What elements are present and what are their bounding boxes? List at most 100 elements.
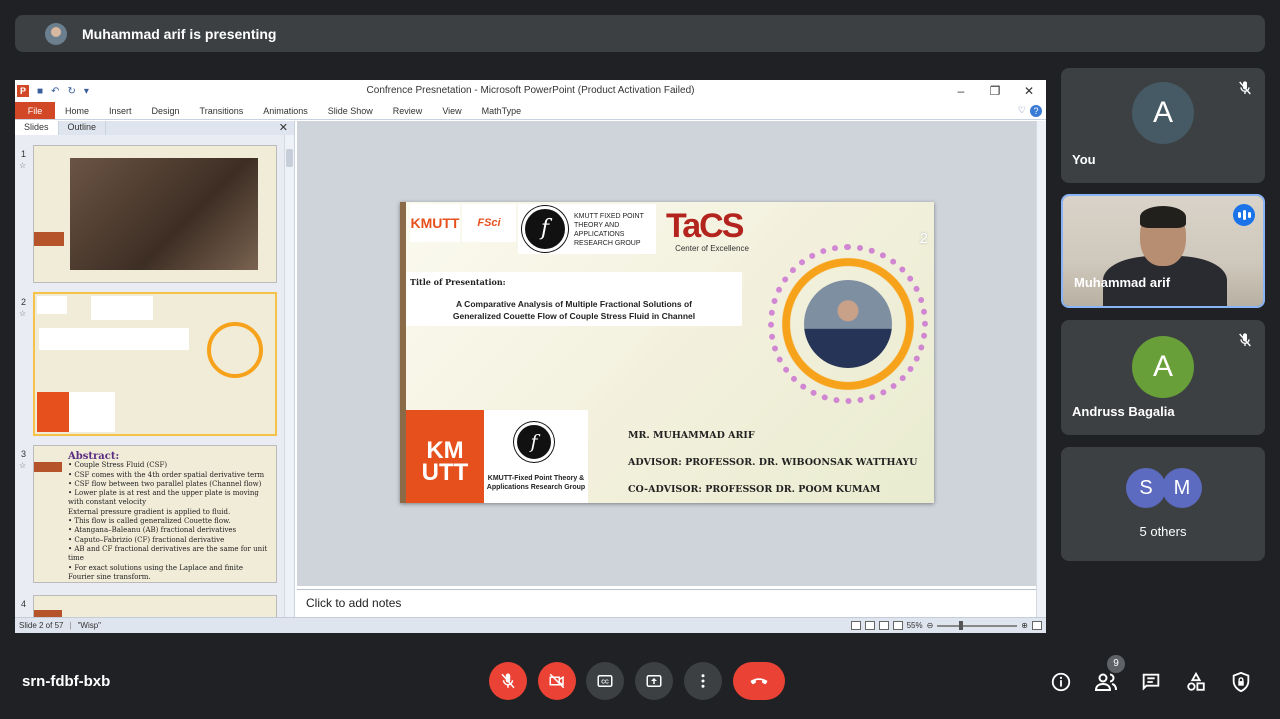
presenting-text: Muhammad arif is presenting <box>82 25 277 42</box>
zoom-in-icon: ⊕ <box>1021 621 1028 630</box>
status-theme: "Wisp" <box>77 621 102 630</box>
meeting-details-button[interactable] <box>1049 670 1073 694</box>
camera-off-icon <box>549 673 565 689</box>
abstract-line: with constant velocity <box>68 498 147 507</box>
ppt-ribbon-tabs: File Home Insert Design Transitions Anim… <box>15 102 1046 120</box>
zoom-slider <box>937 620 1018 630</box>
hang-up-icon <box>750 678 768 685</box>
presenter-photo <box>804 280 892 368</box>
slide-sorter-icon <box>864 621 875 630</box>
slide-title-heading: Title of Presentation: <box>410 277 506 287</box>
thumb-title-box <box>39 328 189 350</box>
avatar: A <box>1132 336 1194 398</box>
slide-title-line: Generalized Couette Flow of Couple Stres… <box>452 311 696 321</box>
abstract-line: • This flow is called generalized Couett… <box>68 517 231 526</box>
activities-button[interactable] <box>1184 670 1208 694</box>
chat-icon <box>1142 673 1160 691</box>
calligraphy-image <box>70 158 258 270</box>
present-now-button[interactable] <box>635 662 673 700</box>
chat-button[interactable] <box>1139 670 1163 694</box>
ribbon-tab-view: View <box>442 106 462 116</box>
abstract-line: • For exact solutions using the Laplace … <box>68 563 243 572</box>
thumb-number: 4 <box>21 599 27 609</box>
mic-off-icon <box>501 673 515 689</box>
camera-toggle-button[interactable] <box>538 662 576 700</box>
kmutt-large-logo: KM UTT <box>406 410 484 503</box>
abstract-line: • AB and CF fractional derivatives are t… <box>68 544 268 563</box>
abstract-line: • Atangana–Baleanu (AB) fractional deriv… <box>68 526 237 535</box>
fsci-logo: FSci <box>462 204 516 242</box>
abstract-line: External pressure gradient is applied to… <box>68 507 231 516</box>
slide-title-text: A Comparative Analysis of Multiple Fract… <box>406 287 742 322</box>
ppt-title-bar: P ■ ↶ ↻ ▾ Confrence Presnetation - Micro… <box>15 80 1046 102</box>
pane-tab-outline: Outline <box>59 121 107 135</box>
avatar: A <box>1132 82 1194 144</box>
thumb-accent <box>34 232 64 246</box>
participant-name: Andruss Bagalia <box>1072 404 1175 419</box>
help-icon: ? <box>1030 104 1042 117</box>
avatar: S <box>1126 468 1166 508</box>
abstract-line: • Caputo–Fabrizio (CF) fractional deriva… <box>68 535 225 544</box>
kfprg-logo-text: KMUTT-Fixed Point Theory & Applications … <box>486 475 586 491</box>
zoom-out-icon: ⊖ <box>926 621 934 630</box>
current-slide: KMUTT FSci f KMUTT FIXED POINT THEORY AN… <box>400 202 934 503</box>
participant-tile-others[interactable]: S M 5 others <box>1061 447 1265 561</box>
more-vert-icon <box>701 674 705 688</box>
abstract-line: • Couple Stress Fluid (CSF) <box>68 461 168 470</box>
ribbon-tab-review: Review <box>392 106 423 116</box>
participant-tile-muhammad-arif[interactable]: Muhammad arif <box>1061 194 1265 308</box>
tacs-logo-subtitle: Center of Excellence <box>675 244 749 253</box>
shared-screen-powerpoint: P ■ ↶ ↻ ▾ Confrence Presnetation - Micro… <box>15 80 1046 633</box>
leave-call-button[interactable] <box>733 662 785 700</box>
people-button[interactable] <box>1094 670 1118 694</box>
kmutt-fixed-point-logo: f KMUTT FIXED POINT THEORY AND APPLICATI… <box>518 204 656 254</box>
slide-thumbnail-3: Abstract: • Couple Stress Fluid (CSF) • C… <box>33 445 277 583</box>
presenter-photo-ring <box>768 244 928 404</box>
thumb-accent <box>34 462 62 472</box>
mic-off-icon <box>1239 333 1251 347</box>
reading-view-icon <box>878 621 889 630</box>
ribbon-tab-home: Home <box>65 106 90 116</box>
abstract-line: • CSF comes with the 4th order spatial d… <box>68 470 265 479</box>
avatar-initial: A <box>1152 96 1173 129</box>
avatar-initial: A <box>1152 350 1173 383</box>
slide-thumbnail-2 <box>33 292 277 436</box>
participant-name: You <box>1072 152 1096 167</box>
restore-icon: ❐ <box>989 84 1001 98</box>
normal-view-icon <box>850 621 861 630</box>
thumb-number: 1 <box>21 149 27 159</box>
host-controls-button[interactable] <box>1229 670 1253 694</box>
more-options-button[interactable] <box>684 662 722 700</box>
thumb-number: 2 <box>21 297 27 307</box>
participant-tile-andruss-bagalia[interactable]: A Andruss Bagalia <box>1061 320 1265 435</box>
slide-thumbnail-4 <box>33 595 277 617</box>
abstract-line: Fourier sine transform. <box>68 572 151 581</box>
speaking-indicator-icon <box>1233 204 1255 226</box>
ribbon-tab-mathtype: MathType <box>481 106 522 116</box>
captions-button[interactable]: CC <box>586 662 624 700</box>
tacs-logo-text: TaCS <box>666 207 744 245</box>
closed-captions-icon: CC <box>597 675 613 687</box>
thumb-logo <box>91 296 153 320</box>
ppt-status-bar: Slide 2 of 57 | "Wisp" 55% ⊖ ⊕ <box>15 617 1046 633</box>
slide-title-box: Title of Presentation: A Comparative Ana… <box>406 272 742 326</box>
slideshow-view-icon <box>892 621 903 630</box>
presenter-name: MR. MUHAMMAD ARIF <box>628 430 755 441</box>
slides-pane-scrollbar <box>284 135 294 617</box>
slide-title-line: A Comparative Analysis of Multiple Fract… <box>456 299 692 309</box>
advisor-name: ADVISOR: PROFESSOR. DR. WIBOONSAK WATTHA… <box>628 457 918 468</box>
thumb-kmutt-logo <box>37 392 69 432</box>
shield-lock-icon <box>1232 671 1250 693</box>
presenting-banner: Muhammad arif is presenting <box>15 15 1265 52</box>
f-symbol-icon: f <box>514 422 554 462</box>
ribbon-tab-transitions: Transitions <box>199 106 244 116</box>
abstract-line: • CSF flow between two parallel plates (… <box>68 479 262 488</box>
svg-text:CC: CC <box>601 679 609 685</box>
present-screen-icon <box>646 675 662 687</box>
activities-icon <box>1187 671 1205 691</box>
participant-tile-you[interactable]: A You <box>1061 68 1265 183</box>
mic-toggle-button[interactable] <box>489 662 527 700</box>
thumb-abstract-heading: Abstract: <box>68 451 120 462</box>
thumb-abstract-body: • Couple Stress Fluid (CSF) • CSF comes w… <box>68 461 276 582</box>
ppt-window-title: Confrence Presnetation - Microsoft Power… <box>366 85 695 96</box>
